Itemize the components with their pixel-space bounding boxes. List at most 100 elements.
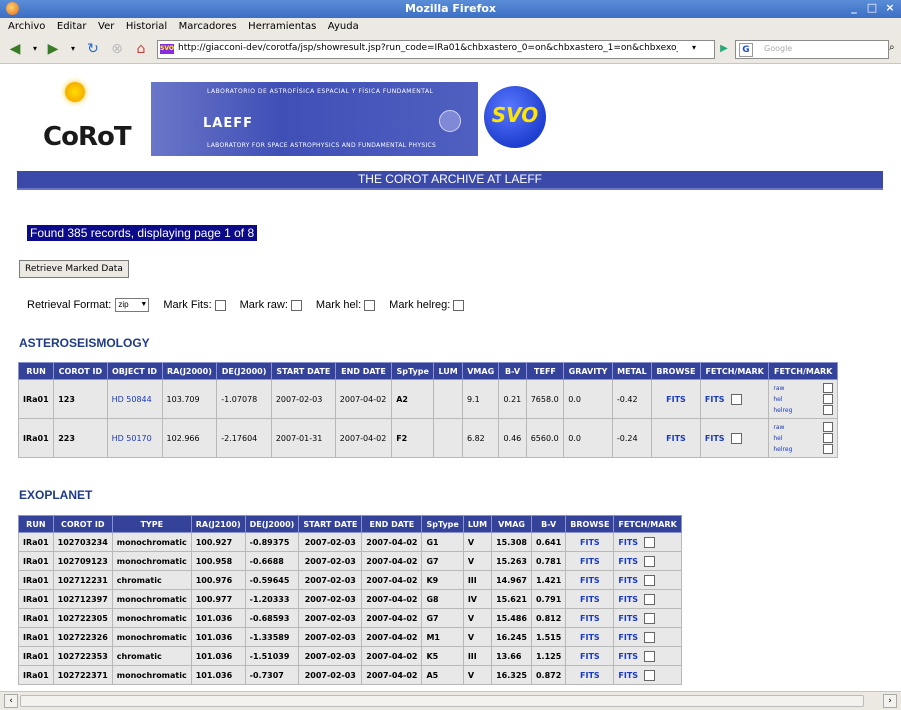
fetch-fits-link[interactable]: FITS (618, 557, 638, 566)
fetch-fits-link[interactable]: FITS (618, 595, 638, 604)
minimize-icon[interactable]: _ (847, 1, 861, 15)
browse-fits-link[interactable]: FITS (580, 557, 600, 566)
lum-cell (433, 379, 463, 419)
mark-hel-checkbox[interactable] (364, 299, 376, 311)
menu-historial[interactable]: Historial (126, 21, 167, 32)
window-titlebar: Mozilla Firefox _ □ × (0, 0, 901, 18)
stop-icon[interactable]: ⊗ (108, 40, 126, 58)
fetch-fits-link[interactable]: FITS (618, 576, 638, 585)
fetch-fits-checkbox[interactable] (644, 555, 656, 567)
fetch-fits-link[interactable]: FITS (705, 434, 725, 443)
back-arrow-icon[interactable]: ◀ (6, 40, 24, 58)
laeff-english-name: LABORATORY FOR SPACE ASTROPHYSICS AND FU… (207, 142, 437, 149)
retrieve-marked-data-button[interactable]: Retrieve Marked Data (19, 260, 129, 278)
search-icon[interactable]: ⌕ (889, 42, 895, 53)
archive-title: THE COROT ARCHIVE AT LAEFF (357, 172, 543, 186)
lum-cell: V (462, 665, 493, 685)
browse-fits-link[interactable]: FITS (580, 595, 600, 604)
fetch-fits-link[interactable]: FITS (618, 538, 638, 547)
fetch-fits-checkbox[interactable] (644, 536, 656, 548)
col-browse: BROWSE (651, 362, 701, 380)
menu-ayuda[interactable]: Ayuda (328, 21, 359, 32)
fetch-fits-checkbox[interactable] (644, 631, 656, 643)
menu-editar[interactable]: Editar (57, 21, 87, 32)
fetch-fits-link[interactable]: FITS (618, 614, 638, 623)
address-bar[interactable]: SVO http://giacconi-dev/corotfa/jsp/show… (157, 40, 715, 59)
fetch-fits-link[interactable]: FITS (705, 395, 725, 404)
col-corot-id: COROT ID (53, 362, 108, 380)
scroll-left-icon[interactable]: ‹ (4, 694, 18, 708)
fetch-fits-checkbox[interactable] (730, 432, 742, 444)
horizontal-scrollbar[interactable]: ‹ › (0, 691, 901, 710)
forward-arrow-icon[interactable]: ▶ (44, 40, 62, 58)
mark-cell: raw hel helreg (768, 379, 838, 419)
laeff-banner: LABORATORIO DE ASTROFÍSICA ESPACIAL Y FÍ… (151, 82, 478, 156)
browse-fits-link[interactable]: FITS (580, 671, 600, 680)
browse-fits-link[interactable]: FITS (580, 576, 600, 585)
browse-fits-link[interactable]: FITS (580, 652, 600, 661)
fetch-fits-checkbox[interactable] (644, 650, 656, 662)
back-dropdown-icon[interactable]: ▾ (26, 40, 44, 58)
ra-cell: 100.958 (190, 551, 246, 571)
exoplanet-title: EXOPLANET (19, 488, 93, 502)
object-id-link[interactable]: HD 50844 (112, 395, 152, 404)
browse-fits-link[interactable]: FITS (580, 538, 600, 547)
scroll-right-icon[interactable]: › (883, 694, 897, 708)
fetch-fits-checkbox[interactable] (644, 612, 656, 624)
mark-fits-checkbox[interactable] (214, 299, 226, 311)
col-fetch-mark: FETCH/MARK (613, 515, 682, 533)
fetch-fits-checkbox[interactable] (730, 393, 742, 405)
url-text[interactable]: http://giacconi-dev/corotfa/jsp/showresu… (178, 43, 678, 53)
menu-herramientas[interactable]: Herramientas (248, 21, 316, 32)
reload-icon[interactable]: ↻ (84, 40, 102, 58)
chevron-down-icon: ▼ (140, 301, 148, 308)
object-id-link[interactable]: HD 50170 (112, 434, 152, 443)
corot-id-cell: 102712231 (52, 570, 113, 590)
de-cell: -0.7307 (244, 665, 300, 685)
mark-hel-checkbox[interactable] (823, 433, 833, 443)
menu-ver[interactable]: Ver (98, 21, 114, 32)
start-date-cell: 2007-02-03 (270, 379, 336, 419)
mark-raw-checkbox[interactable] (823, 422, 833, 432)
fetch-fits-link[interactable]: FITS (618, 633, 638, 642)
browse-fits-link[interactable]: FITS (666, 395, 686, 404)
mark-helreg-checkbox[interactable] (453, 299, 465, 311)
end-date-cell: 2007-04-02 (361, 627, 423, 647)
end-date-cell: 2007-04-02 (361, 646, 423, 666)
browse-fits-link[interactable]: FITS (580, 633, 600, 642)
close-icon[interactable]: × (883, 1, 897, 15)
fetch-fits-checkbox[interactable] (644, 669, 656, 681)
fetch-fits-link[interactable]: FITS (618, 671, 638, 680)
browse-fits-link[interactable]: FITS (580, 614, 600, 623)
mark-helreg-checkbox[interactable] (823, 405, 833, 415)
forward-dropdown-icon[interactable]: ▾ (64, 40, 82, 58)
mark-raw-checkbox[interactable] (290, 299, 302, 311)
maximize-icon[interactable]: □ (865, 1, 879, 15)
home-icon[interactable]: ⌂ (132, 40, 150, 58)
mark-hel-checkbox[interactable] (823, 394, 833, 404)
start-date-cell: 2007-02-03 (298, 570, 363, 590)
col-gravity: GRAVITY (563, 362, 613, 380)
bv-cell: 0.812 (530, 608, 567, 628)
url-dropdown-icon[interactable]: ▾ (692, 43, 696, 52)
asteroseismology-table: RUN COROT ID OBJECT ID RA(J2000) DE(J200… (17, 362, 838, 458)
mark-helreg-checkbox[interactable] (823, 444, 833, 454)
search-box[interactable]: G Google (735, 40, 889, 59)
fetch-fits-link[interactable]: FITS (618, 652, 638, 661)
menu-marcadores[interactable]: Marcadores (179, 21, 237, 32)
go-icon[interactable]: ▶ (716, 40, 732, 57)
menu-archivo[interactable]: Archivo (8, 21, 45, 32)
mark-raw-checkbox[interactable] (823, 383, 833, 393)
retrieval-format-select[interactable]: zip ▼ (115, 298, 150, 312)
start-date-cell: 2007-01-31 (270, 418, 336, 458)
google-icon[interactable]: G (739, 43, 753, 57)
scrollbar-thumb[interactable] (20, 695, 864, 707)
browse-fits-link[interactable]: FITS (666, 434, 686, 443)
ra-cell: 101.036 (190, 646, 246, 666)
browse-cell: FITS (565, 551, 615, 571)
type-cell: chromatic (111, 570, 192, 590)
fetch-cell: FITS (613, 570, 682, 590)
fetch-fits-checkbox[interactable] (644, 593, 656, 605)
bv-cell: 0.781 (530, 551, 567, 571)
fetch-fits-checkbox[interactable] (644, 574, 656, 586)
